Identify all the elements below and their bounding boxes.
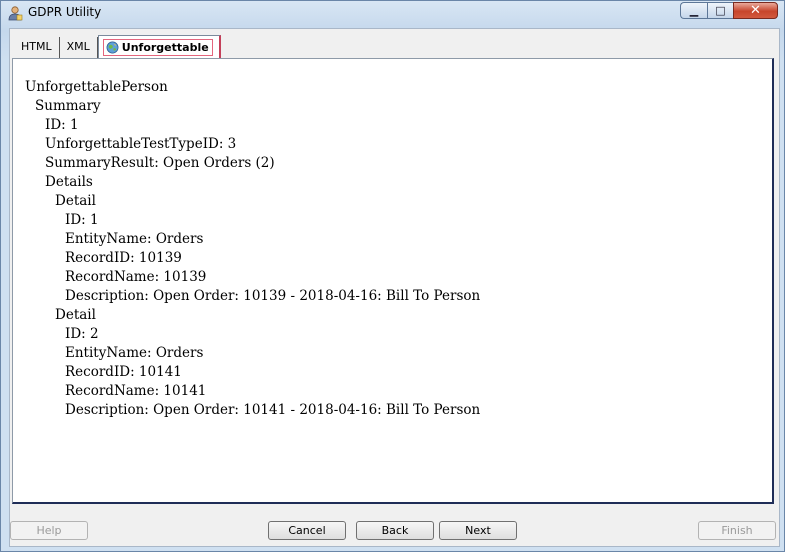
tab-unforgettable[interactable]: Unforgettable — [97, 35, 221, 58]
help-button-label: Help — [36, 524, 62, 537]
finish-button-label: Finish — [721, 524, 753, 537]
tree-content: UnforgettablePerson Summary ID: 1 Unforgett… — [25, 78, 480, 420]
tab-strip: HTML XML Unforgettable — [14, 35, 221, 58]
maximize-icon: □ — [715, 4, 726, 17]
app-user-icon — [8, 6, 23, 21]
tree-node: ID: 2 — [65, 326, 99, 342]
tree-node: Details — [45, 174, 93, 190]
tree-node: ID: 1 — [45, 117, 79, 133]
tab-html[interactable]: HTML — [14, 37, 60, 58]
window-controls: ▁ □ ✕ — [680, 2, 778, 20]
tree-node: RecordName: 10139 — [65, 269, 207, 285]
tab-html-label: HTML — [21, 40, 52, 53]
finish-button[interactable]: Finish — [698, 521, 776, 540]
next-button[interactable]: Next — [439, 521, 517, 540]
back-button-label: Back — [381, 524, 409, 537]
tree-node: RecordName: 10141 — [65, 383, 207, 399]
close-icon: ✕ — [750, 3, 761, 18]
back-button[interactable]: Back — [356, 521, 434, 540]
tree-node: EntityName: Orders — [65, 231, 204, 247]
gdpr-utility-window: GDPR Utility ▁ □ ✕ HTML XML Unforgettabl… — [0, 0, 785, 552]
title-bar: GDPR Utility ▁ □ ✕ — [1, 1, 785, 27]
tree-node: Summary — [35, 98, 101, 114]
tree-node: SummaryResult: Open Orders (2) — [45, 155, 275, 171]
tree-node: Detail — [55, 307, 96, 323]
tree-node: UnforgettablePerson — [25, 79, 168, 95]
tree-node: RecordID: 10139 — [65, 250, 182, 266]
globe-icon — [106, 41, 119, 53]
next-button-label: Next — [465, 524, 491, 537]
window-title: GDPR Utility — [28, 5, 102, 19]
help-button[interactable]: Help — [10, 521, 88, 540]
client-area: HTML XML Unforgettable UnforgettablePers… — [9, 28, 780, 547]
tab-xml[interactable]: XML — [60, 37, 98, 58]
tree-node: UnforgettableTestTypeID: 3 — [45, 136, 237, 152]
tree-node: Description: Open Order: 10139 - 2018-04… — [65, 288, 481, 304]
tree-node: EntityName: Orders — [65, 345, 204, 361]
tree-node: Description: Open Order: 10141 - 2018-04… — [65, 402, 481, 418]
cancel-button-label: Cancel — [288, 524, 326, 537]
close-button[interactable]: ✕ — [733, 2, 778, 19]
maximize-button[interactable]: □ — [707, 2, 733, 19]
tree-view-panel[interactable]: UnforgettablePerson Summary ID: 1 Unforgett… — [12, 58, 774, 504]
minimize-button[interactable]: ▁ — [680, 2, 707, 19]
tab-xml-label: XML — [66, 40, 90, 53]
tab-unforgettable-label: Unforgettable — [121, 40, 209, 54]
tree-node: RecordID: 10141 — [65, 364, 182, 380]
tree-node: ID: 1 — [65, 212, 99, 228]
cancel-button[interactable]: Cancel — [268, 521, 346, 540]
minimize-icon: ▁ — [689, 4, 699, 17]
tree-node: Detail — [55, 193, 96, 209]
tab-unforgettable-focus: Unforgettable — [102, 38, 213, 56]
